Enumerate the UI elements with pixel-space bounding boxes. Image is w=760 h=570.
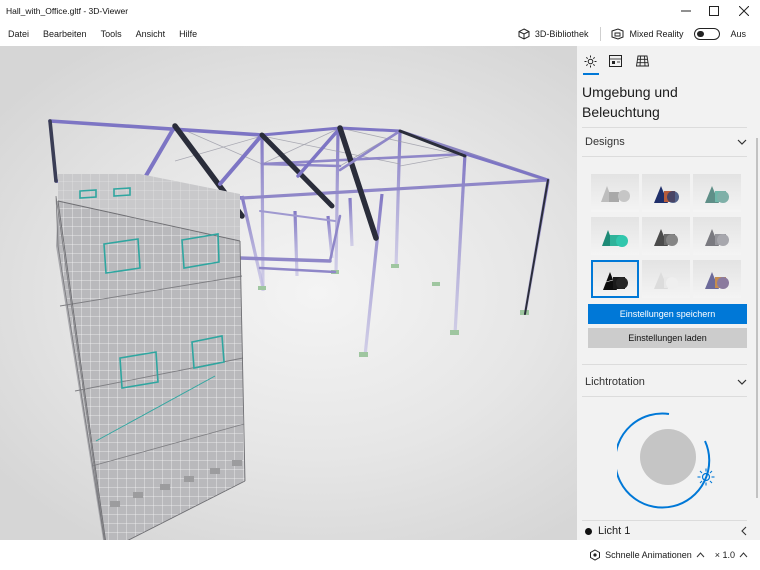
office-building — [55, 174, 246, 540]
light-rotation-header[interactable]: Lichtrotation — [585, 373, 747, 391]
sun-icon — [584, 55, 596, 67]
mixed-reality-button[interactable]: Mixed Reality — [605, 28, 724, 40]
light-rotation-label: Lichtrotation — [585, 376, 645, 388]
tab-active-indicator — [583, 73, 599, 75]
design-option-8[interactable] — [642, 260, 690, 298]
grid-icon — [635, 55, 649, 67]
environment-panel: Umgebung und Beleuchtung Designs Einstel… — [577, 46, 760, 540]
mixed-reality-icon — [611, 28, 624, 40]
design-preview-icon — [654, 272, 678, 289]
toolbar-divider — [600, 27, 602, 41]
panel-tabs — [577, 46, 760, 76]
library-label: 3D-Bibliothek — [534, 29, 589, 39]
tab-environment[interactable] — [581, 52, 599, 70]
panel-title: Umgebung und Beleuchtung — [582, 84, 678, 120]
design-preview-icon — [601, 186, 630, 202]
designs-header[interactable]: Designs — [585, 133, 747, 151]
designs-grid — [591, 174, 743, 298]
minimize-icon — [681, 10, 691, 12]
design-option-3[interactable] — [693, 174, 741, 212]
light-1-label: Licht 1 — [598, 525, 631, 537]
animation-icon — [590, 549, 601, 561]
design-preview-icon — [602, 230, 628, 247]
chevron-up-icon — [696, 552, 705, 558]
panel-scrollbar[interactable] — [756, 138, 758, 498]
library-button[interactable]: 3D-Bibliothek — [510, 28, 597, 40]
light-1-row[interactable]: Licht 1 — [585, 523, 747, 539]
zoom-control[interactable]: × 1.0 — [715, 550, 760, 560]
design-preview-icon — [705, 186, 729, 203]
stats-icon — [608, 55, 622, 67]
light-rotation-dial[interactable] — [614, 406, 717, 509]
design-option-2[interactable] — [642, 174, 690, 212]
rotation-dial-graphic — [614, 412, 711, 509]
title-bar: Hall_with_Office.gltf - 3D-Viewer — [0, 0, 760, 22]
divider — [582, 364, 747, 365]
divider — [582, 156, 747, 157]
design-option-6[interactable] — [693, 217, 741, 255]
menu-datei[interactable]: Datei — [0, 22, 36, 46]
save-settings-button[interactable]: Einstellungen speichern — [588, 304, 747, 324]
menu-hilfe[interactable]: Hilfe — [172, 22, 204, 46]
design-option-9[interactable] — [693, 260, 741, 298]
load-settings-button[interactable]: Einstellungen laden — [588, 328, 747, 348]
design-preview-icon — [654, 186, 679, 203]
maximize-icon — [709, 6, 719, 16]
divider — [582, 520, 747, 521]
mixed-reality-toggle[interactable] — [694, 28, 721, 40]
design-option-4[interactable] — [591, 217, 639, 255]
toggle-state-label: Aus — [730, 29, 746, 39]
viewport-3d[interactable] — [0, 46, 577, 540]
tab-mesh[interactable] — [633, 52, 651, 70]
chevron-left-icon — [741, 526, 747, 536]
animations-button[interactable]: Schnelle Animationen — [589, 549, 715, 561]
design-option-1[interactable] — [591, 174, 639, 212]
close-button[interactable] — [728, 0, 760, 22]
menu-bar: Datei Bearbeiten Tools Ansicht Hilfe 3D-… — [0, 22, 760, 46]
maximize-button[interactable] — [700, 0, 728, 22]
menu-bearbeiten[interactable]: Bearbeiten — [36, 22, 94, 46]
mixed-reality-label: Mixed Reality — [629, 29, 684, 39]
chevron-up-icon — [739, 552, 748, 558]
close-icon — [739, 6, 749, 16]
light-sun-handle-icon[interactable] — [697, 468, 715, 486]
design-preview-icon — [603, 272, 628, 290]
chevron-down-icon — [737, 379, 747, 385]
menu-tools[interactable]: Tools — [94, 22, 129, 46]
zoom-label: × 1.0 — [714, 550, 735, 560]
tab-statistics[interactable] — [606, 52, 624, 70]
design-option-5[interactable] — [642, 217, 690, 255]
window-title: Hall_with_Office.gltf - 3D-Viewer — [6, 6, 129, 16]
design-option-7[interactable] — [591, 260, 639, 298]
design-preview-icon — [654, 229, 678, 246]
design-preview-icon — [705, 272, 729, 289]
app-window: Hall_with_Office.gltf - 3D-Viewer Datei … — [0, 0, 760, 570]
menu-ansicht[interactable]: Ansicht — [129, 22, 173, 46]
design-preview-icon — [705, 229, 729, 246]
light-color-dot — [585, 527, 592, 535]
base-plates — [258, 264, 529, 357]
model-render — [48, 119, 550, 540]
divider — [582, 127, 747, 128]
designs-label: Designs — [585, 136, 625, 148]
animations-label: Schnelle Animationen — [605, 550, 692, 560]
status-right-group: Schnelle Animationen × 1.0 — [589, 540, 760, 570]
minimize-button[interactable] — [672, 0, 700, 22]
menu-right-group: 3D-Bibliothek Mixed Reality Aus — [510, 22, 760, 46]
status-bar: Schnelle Animationen × 1.0 — [0, 540, 760, 570]
cube-icon — [518, 28, 530, 40]
divider — [582, 396, 747, 397]
chevron-down-icon — [737, 139, 747, 145]
toggle-knob — [697, 30, 704, 37]
